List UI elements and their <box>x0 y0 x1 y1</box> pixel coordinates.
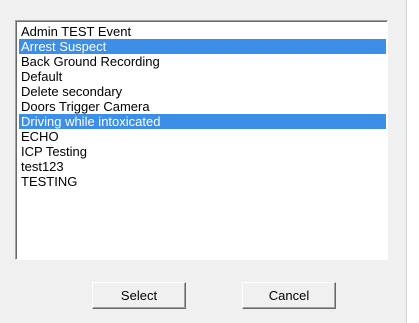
cancel-button[interactable]: Cancel <box>242 282 336 309</box>
event-select-dialog: Admin TEST Event Arrest Suspect Back Gro… <box>0 0 406 323</box>
list-item[interactable]: ECHO <box>19 129 386 144</box>
list-item[interactable]: Driving while intoxicated <box>19 114 386 129</box>
list-item[interactable]: ICP Testing <box>19 144 386 159</box>
list-item[interactable]: Back Ground Recording <box>19 54 386 69</box>
list-item[interactable]: Delete secondary <box>19 84 386 99</box>
event-listbox[interactable]: Admin TEST Event Arrest Suspect Back Gro… <box>15 20 388 260</box>
list-item[interactable]: Default <box>19 69 386 84</box>
window-edge <box>406 0 419 323</box>
list-item[interactable]: test123 <box>19 159 386 174</box>
select-button[interactable]: Select <box>92 282 186 309</box>
list-item[interactable]: Doors Trigger Camera <box>19 99 386 114</box>
list-item[interactable]: TESTING <box>19 174 386 189</box>
list-item[interactable]: Arrest Suspect <box>19 39 386 54</box>
list-item[interactable]: Admin TEST Event <box>19 24 386 39</box>
